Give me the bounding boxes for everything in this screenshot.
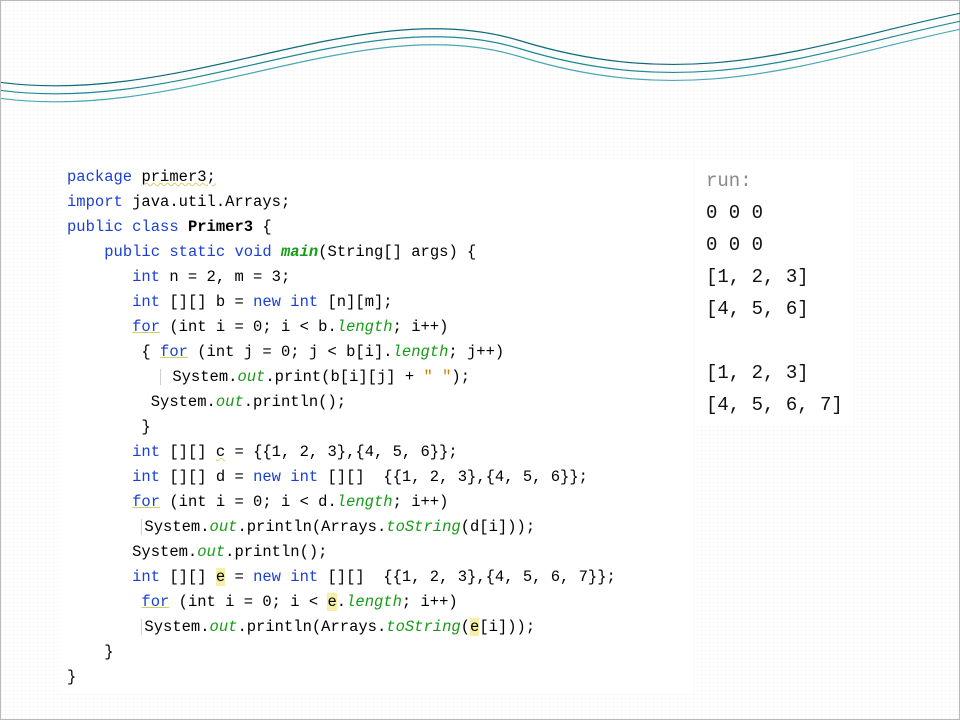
- keyword-public: public: [67, 218, 123, 236]
- class-name: Primer3: [188, 218, 253, 236]
- keyword-class: class: [132, 218, 179, 236]
- decorative-wave: [1, 1, 960, 111]
- output-pane: run: 0 0 0 0 0 0 [1, 2, 3] [4, 5, 6] [1,…: [696, 161, 853, 425]
- output-line: [4, 5, 6]: [706, 298, 809, 320]
- keyword-import: import: [67, 193, 123, 211]
- output-line: [1, 2, 3]: [706, 362, 809, 384]
- content-area: package primer3; import java.util.Arrays…: [61, 161, 899, 679]
- run-label: run:: [706, 170, 752, 192]
- main-method: main: [281, 243, 318, 261]
- output-line: [4, 5, 6, 7]: [706, 394, 843, 416]
- slide: package primer3; import java.util.Arrays…: [0, 0, 960, 720]
- output-line: 0 0 0: [706, 234, 763, 256]
- output-line: [1, 2, 3]: [706, 266, 809, 288]
- import-target: java.util.Arrays;: [132, 193, 290, 211]
- code-pane: package primer3; import java.util.Arrays…: [61, 161, 693, 694]
- output-line: 0 0 0: [706, 202, 763, 224]
- keyword-package: package: [67, 168, 132, 186]
- package-name: primer3;: [141, 168, 215, 186]
